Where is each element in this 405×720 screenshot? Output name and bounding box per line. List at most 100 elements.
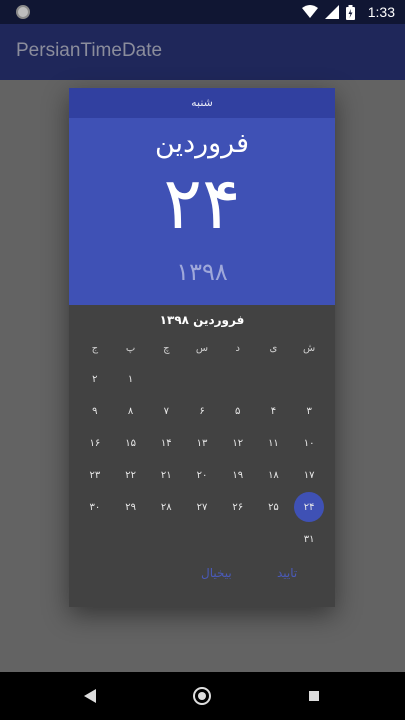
day-cell[interactable]: ۲۱: [148, 459, 184, 491]
day-number: ۱۵: [125, 437, 136, 449]
day-cell[interactable]: ۲۴: [291, 491, 327, 523]
signal-icon: [324, 5, 339, 19]
day-cell[interactable]: ۲: [77, 363, 113, 395]
day-cell[interactable]: ۸: [113, 395, 149, 427]
day-cell[interactable]: ۲۹: [113, 491, 149, 523]
day-cell[interactable]: ۱۸: [256, 459, 292, 491]
empty-cell: [220, 363, 256, 395]
empty-cell: [184, 363, 220, 395]
header-year[interactable]: ۱۳۹۸: [69, 258, 335, 286]
empty-cell: [148, 363, 184, 395]
dialog-actions: بیخیال تایید: [69, 566, 335, 590]
empty-cell: [184, 523, 220, 555]
day-cell[interactable]: ۱۹: [220, 459, 256, 491]
day-number: ۱۰: [303, 437, 315, 449]
day-cell[interactable]: ۲۰: [184, 459, 220, 491]
cancel-button[interactable]: بیخیال: [201, 566, 232, 580]
day-cell[interactable]: ۷: [148, 395, 184, 427]
day-cell[interactable]: ۱۲: [220, 427, 256, 459]
day-number: ۲۲: [125, 469, 136, 481]
day-grid: ۱ ۲ ۳ ۴ ۵ ۶ ۷ ۸ ۹ ۱۰ ۱۱ ۱۲ ۱۳ ۱۴ ۱۵ ۱۶ ۱۷ ۱۸ ۱۹ ۲۰ ۲۱ ۲۲ ۲۳ ۲۴ ۲…: [77, 363, 327, 555]
day-cell[interactable]: ۱۶: [77, 427, 113, 459]
app-title: PersianTimeDate: [16, 40, 163, 61]
day-number: ۲۹: [125, 501, 136, 513]
weekday-label: ی: [269, 343, 278, 354]
weekday-label: د: [235, 343, 240, 354]
day-number: ۳۱: [303, 533, 315, 545]
empty-cell: [256, 363, 292, 395]
wifi-icon: [301, 5, 318, 18]
empty-cell: [256, 523, 292, 555]
day-number: ۳۰: [89, 501, 101, 513]
day-number: ۲: [92, 373, 98, 385]
weekday-label: چ: [163, 343, 170, 354]
day-number: ۲۱: [160, 469, 172, 481]
status-icons: 1:33: [301, 4, 395, 20]
empty-cell: [291, 363, 327, 395]
weekday-label: پ: [125, 343, 136, 354]
app-bar: PersianTimeDate: [0, 24, 405, 80]
day-cell[interactable]: ۳۱: [291, 523, 327, 555]
home-icon[interactable]: [193, 687, 211, 705]
header-month[interactable]: فروردین: [69, 128, 335, 159]
day-number: ۱۱: [268, 437, 279, 449]
day-number: ۱۶: [89, 437, 101, 449]
day-number: ۲۶: [232, 501, 244, 513]
recent-apps-icon[interactable]: [309, 691, 319, 701]
day-cell[interactable]: ۶: [184, 395, 220, 427]
day-number: ۲۳: [89, 469, 101, 481]
day-cell[interactable]: ۱۳: [184, 427, 220, 459]
day-number: ۲۵: [268, 501, 279, 513]
weekday-label: ج: [91, 343, 99, 354]
weekday-name: شنبه: [69, 88, 335, 118]
day-cell[interactable]: ۹: [77, 395, 113, 427]
empty-cell: [77, 523, 113, 555]
empty-cell: [220, 523, 256, 555]
day-cell[interactable]: ۲۷: [184, 491, 220, 523]
status-time: 1:33: [367, 4, 395, 20]
weekday-label: ش: [303, 343, 316, 354]
ok-button[interactable]: تایید: [277, 566, 297, 580]
day-number: ۶: [199, 405, 205, 417]
day-cell[interactable]: ۴: [256, 395, 292, 427]
day-number: ۸: [127, 405, 134, 417]
day-cell[interactable]: ۱۱: [256, 427, 292, 459]
day-cell[interactable]: ۱: [113, 363, 149, 395]
day-number: ۷: [163, 405, 169, 417]
month-title: فروردین ۱۳۹۸: [159, 313, 245, 327]
day-number: ۳: [306, 405, 312, 417]
day-cell[interactable]: ۱۰: [291, 427, 327, 459]
status-bar: 1:33: [0, 0, 405, 24]
day-cell[interactable]: ۱۴: [148, 427, 184, 459]
battery-icon: [345, 4, 355, 20]
header-day[interactable]: ۲۴: [69, 158, 335, 248]
day-cell[interactable]: ۱۷: [291, 459, 327, 491]
empty-cell: [148, 523, 184, 555]
weekday-label: س: [195, 343, 209, 354]
day-number: ۲۸: [160, 501, 172, 513]
day-number: ۲۰: [196, 469, 208, 481]
day-cell[interactable]: ۲۲: [113, 459, 149, 491]
day-number: ۴: [270, 405, 277, 417]
day-number: ۱۸: [268, 469, 279, 481]
day-number: ۱: [127, 373, 134, 385]
empty-cell: [113, 523, 149, 555]
day-number: ۱۳: [196, 437, 208, 449]
day-number: ۵: [235, 405, 241, 417]
day-cell[interactable]: ۲۳: [77, 459, 113, 491]
weekday-header-row: شیدسچپج: [77, 343, 327, 357]
back-icon[interactable]: [84, 689, 96, 703]
day-cell[interactable]: ۳۰: [77, 491, 113, 523]
day-number: ۱۲: [232, 437, 244, 449]
day-cell[interactable]: ۲۸: [148, 491, 184, 523]
day-number: ۲۷: [196, 501, 208, 513]
navigation-bar: [0, 672, 405, 720]
day-cell[interactable]: ۵: [220, 395, 256, 427]
day-cell[interactable]: ۲۵: [256, 491, 292, 523]
day-cell[interactable]: ۲۶: [220, 491, 256, 523]
day-number: ۱۹: [232, 469, 244, 481]
day-cell[interactable]: ۱۵: [113, 427, 149, 459]
notification-icon: [16, 5, 30, 19]
day-cell[interactable]: ۳: [291, 395, 327, 427]
date-picker-dialog: شنبه فروردین ۲۴ ۱۳۹۸ فروردین ۱۳۹۸ شیدسچپ…: [69, 88, 335, 607]
